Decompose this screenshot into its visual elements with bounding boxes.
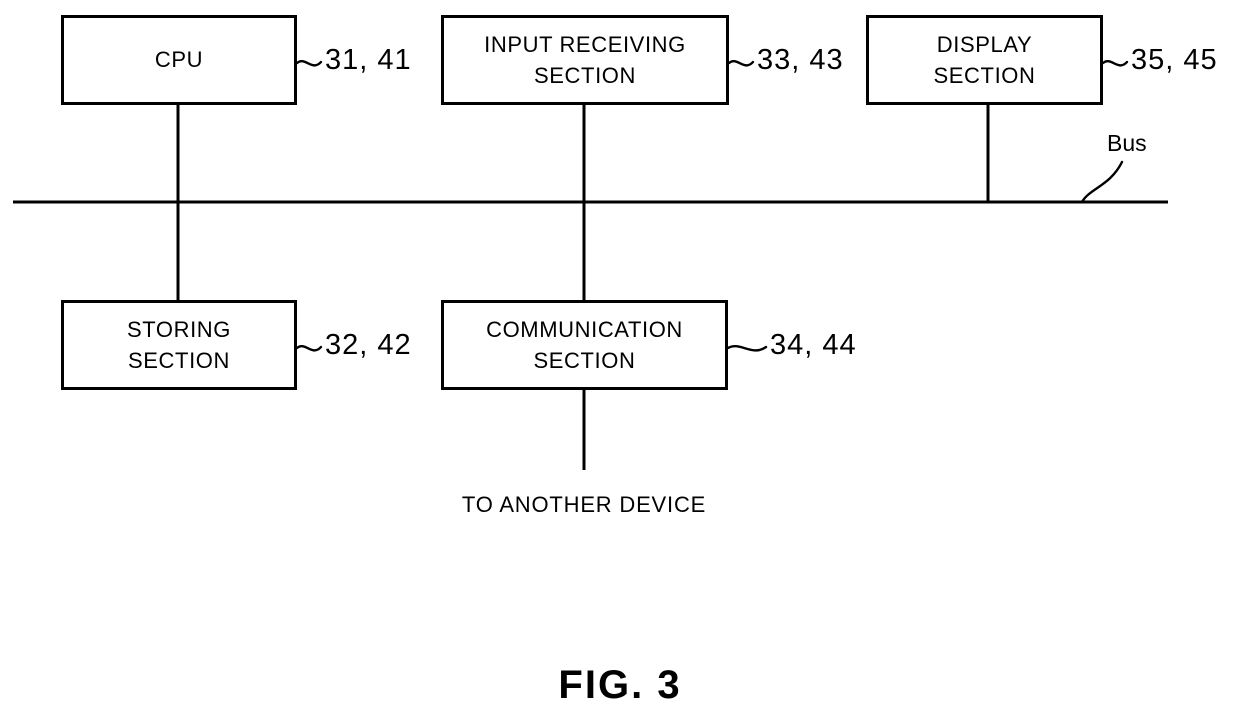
reference-label-communication-section: 34, 44: [770, 329, 857, 361]
figure-caption: FIG. 3: [558, 663, 682, 707]
block-storing-section-label: STORING SECTION: [126, 316, 232, 373]
leader-line-storing: [295, 345, 323, 352]
reference-label-display-section: 35, 45: [1131, 44, 1218, 76]
reference-label-cpu: 31, 41: [325, 44, 412, 76]
block-storing-section[interactable]: STORING SECTION: [61, 300, 297, 390]
leader-line-display: [1101, 60, 1129, 67]
block-display-section-label: DISPLAY SECTION: [933, 31, 1036, 88]
block-cpu-label: CPU: [154, 47, 204, 73]
leader-line-input-receiving: [727, 60, 755, 67]
reference-label-storing-section: 32, 42: [325, 329, 412, 361]
block-communication-section[interactable]: COMMUNICATION SECTION: [441, 300, 728, 390]
bus-label: Bus: [1107, 130, 1147, 156]
block-input-receiving-section-label: INPUT RECEIVING SECTION: [484, 31, 686, 88]
block-input-receiving-section[interactable]: INPUT RECEIVING SECTION: [441, 15, 729, 105]
block-cpu[interactable]: CPU: [61, 15, 297, 105]
leader-line-bus: [1080, 160, 1124, 204]
to-another-device-caption: TO ANOTHER DEVICE: [461, 492, 707, 517]
leader-line-communication: [726, 345, 768, 352]
block-communication-section-label: COMMUNICATION SECTION: [486, 316, 683, 373]
leader-line-cpu: [295, 60, 323, 67]
patent-figure-3: CPU INPUT RECEIVING SECTION DISPLAY SECT…: [0, 0, 1240, 728]
block-display-section[interactable]: DISPLAY SECTION: [866, 15, 1103, 105]
reference-label-input-receiving-section: 33, 43: [757, 44, 844, 76]
